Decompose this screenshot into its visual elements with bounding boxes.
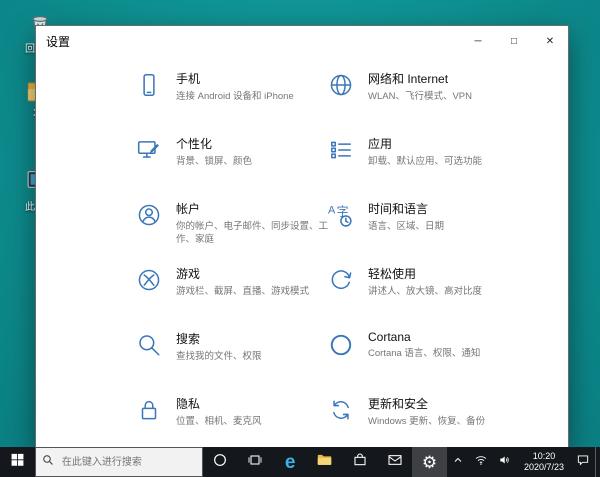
settings-category-network[interactable]: 网络和 Internet WLAN、飞行模式、VPN [328, 70, 520, 135]
search-input[interactable] [60, 456, 194, 469]
start-button[interactable] [0, 447, 35, 477]
time-language-icon: A 字 [328, 202, 354, 233]
clock-time: 10:20 [533, 451, 556, 462]
task-view-button[interactable] [238, 447, 273, 477]
personalization-icon [136, 137, 162, 168]
settings-category-ease-of-access[interactable]: 轻松使用 讲述人、放大镜、高对比度 [328, 265, 520, 330]
cortana-icon [212, 452, 228, 473]
volume-tray-button[interactable] [493, 447, 517, 477]
xbox-icon [136, 267, 162, 298]
settings-category-update-security[interactable]: 更新和安全 Windows 更新、恢复、备份 [328, 395, 520, 447]
category-title: 轻松使用 [368, 265, 526, 282]
taskbar-clock[interactable]: 10:20 2020/7/23 [517, 447, 571, 477]
window-title: 设置 [36, 33, 460, 50]
category-subtitle: WLAN、飞行模式、VPN [368, 90, 526, 103]
cortana-icon [328, 332, 354, 363]
category-title: 帐户 [176, 200, 334, 217]
category-subtitle: 连接 Android 设备和 iPhone [176, 90, 334, 103]
task-view-icon [247, 452, 263, 473]
minimize-button[interactable]: ─ [460, 26, 496, 56]
category-title: 搜索 [176, 330, 334, 347]
taskbar-search-box[interactable] [35, 447, 203, 477]
category-title: 游戏 [176, 265, 334, 282]
store-taskbar-button[interactable] [342, 447, 377, 477]
category-title: 网络和 Internet [368, 70, 526, 87]
category-subtitle: Cortana 语言、权限、通知 [368, 347, 526, 360]
tray-overflow-button[interactable] [447, 447, 469, 477]
category-subtitle: 位置、相机、麦克风 [176, 415, 334, 428]
mail-icon [387, 452, 403, 473]
category-subtitle: 查找我的文件、权限 [176, 350, 334, 363]
edge-taskbar-button[interactable]: e [273, 447, 308, 477]
category-title: 应用 [368, 135, 526, 152]
store-icon [352, 452, 368, 473]
category-subtitle: 语言、区域、日期 [368, 220, 526, 233]
settings-category-privacy[interactable]: 隐私 位置、相机、麦克风 [136, 395, 328, 447]
category-subtitle: 你的帐户、电子邮件、同步设置、工作、家庭 [176, 220, 334, 247]
account-icon [136, 202, 162, 233]
settings-category-accounts[interactable]: 帐户 你的帐户、电子邮件、同步设置、工作、家庭 [136, 200, 328, 265]
phone-icon [136, 72, 162, 103]
settings-category-cortana[interactable]: Cortana Cortana 语言、权限、通知 [328, 330, 520, 395]
svg-text:A: A [328, 204, 336, 216]
category-subtitle: 卸载、默认应用、可选功能 [368, 155, 526, 168]
gear-icon: ⚙ [422, 454, 437, 471]
clock-date: 2020/7/23 [524, 462, 564, 473]
window-titlebar[interactable]: 设置 ─ □ ✕ [36, 26, 568, 56]
system-tray: 10:20 2020/7/23 [447, 447, 600, 477]
privacy-icon [136, 397, 162, 428]
settings-taskbar-button[interactable]: ⚙ [412, 447, 447, 477]
category-title: 隐私 [176, 395, 334, 412]
category-title: 更新和安全 [368, 395, 526, 412]
settings-home-content: 手机 连接 Android 设备和 iPhone 网络和 Internet WL… [36, 56, 568, 447]
file-explorer-taskbar-button[interactable] [308, 447, 343, 477]
edge-icon: e [285, 453, 296, 472]
windows-logo-icon [10, 452, 25, 472]
category-title: 个性化 [176, 135, 334, 152]
ease-of-access-icon [328, 267, 354, 298]
settings-category-apps[interactable]: 应用 卸载、默认应用、可选功能 [328, 135, 520, 200]
chevron-up-icon [452, 453, 464, 471]
apps-icon [328, 137, 354, 168]
settings-window: 设置 ─ □ ✕ 手机 连接 Android 设备和 iPhone [35, 25, 569, 448]
cortana-taskbar-button[interactable] [203, 447, 238, 477]
volume-icon [498, 453, 512, 472]
maximize-button[interactable]: □ [496, 26, 532, 56]
wifi-icon [474, 453, 488, 472]
category-title: 手机 [176, 70, 334, 87]
search-icon [136, 332, 162, 363]
category-subtitle: Windows 更新、恢复、备份 [368, 415, 526, 428]
category-subtitle: 讲述人、放大镜、高对比度 [368, 285, 526, 298]
category-subtitle: 背景、锁屏、颜色 [176, 155, 334, 168]
settings-category-gaming[interactable]: 游戏 游戏栏、截屏、直播、游戏模式 [136, 265, 328, 330]
update-security-icon [328, 397, 354, 428]
settings-category-phone[interactable]: 手机 连接 Android 设备和 iPhone [136, 70, 328, 135]
settings-category-grid: 手机 连接 Android 设备和 iPhone 网络和 Internet WL… [136, 70, 568, 447]
globe-icon [328, 72, 354, 103]
action-center-icon [576, 453, 590, 472]
settings-category-search[interactable]: 搜索 查找我的文件、权限 [136, 330, 328, 395]
settings-category-time-language[interactable]: A 字 时间和语言 语言、区域、日期 [328, 200, 520, 265]
file-explorer-icon [316, 451, 333, 473]
search-icon [42, 453, 54, 471]
close-button[interactable]: ✕ [532, 26, 568, 56]
category-subtitle: 游戏栏、截屏、直播、游戏模式 [176, 285, 334, 298]
category-title: 时间和语言 [368, 200, 526, 217]
settings-category-personalization[interactable]: 个性化 背景、锁屏、颜色 [136, 135, 328, 200]
category-title: Cortana [368, 330, 526, 344]
network-tray-button[interactable] [469, 447, 493, 477]
show-desktop-button[interactable] [595, 447, 600, 477]
taskbar: e ⚙ [0, 447, 600, 477]
mail-taskbar-button[interactable] [377, 447, 412, 477]
action-center-button[interactable] [571, 447, 595, 477]
